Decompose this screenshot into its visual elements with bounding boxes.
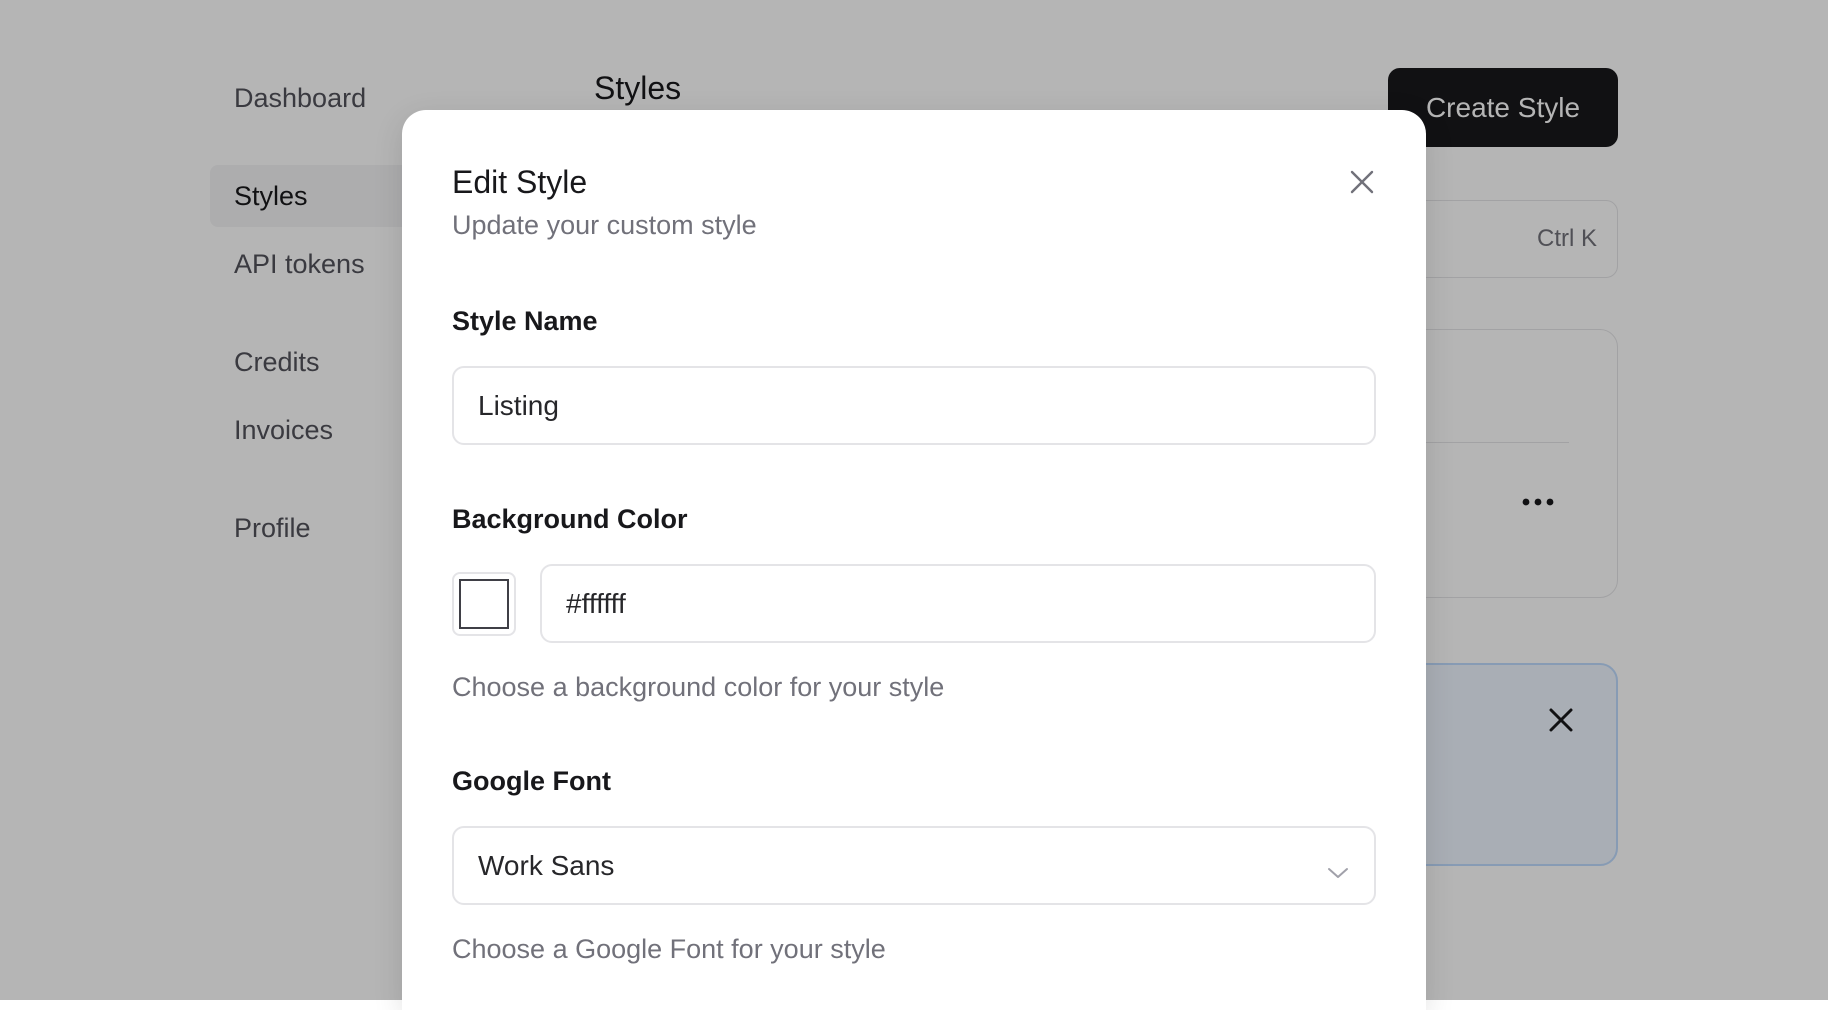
color-swatch[interactable] bbox=[452, 572, 516, 636]
style-name-input[interactable] bbox=[452, 366, 1376, 445]
google-font-selected: Work Sans bbox=[478, 849, 615, 881]
close-icon[interactable] bbox=[1342, 162, 1382, 202]
style-name-label: Style Name bbox=[452, 306, 598, 336]
background-color-input[interactable] bbox=[540, 564, 1376, 643]
chevron-down-icon bbox=[1326, 856, 1350, 888]
background-color-label: Background Color bbox=[452, 504, 688, 534]
edit-style-dialog: Edit Style Update your custom style Styl… bbox=[402, 110, 1426, 1010]
background-color-help: Choose a background color for your style bbox=[452, 672, 945, 702]
dialog-subtitle: Update your custom style bbox=[452, 210, 757, 240]
google-font-help: Choose a Google Font for your style bbox=[452, 934, 886, 964]
google-font-select[interactable]: Work Sans bbox=[452, 826, 1376, 905]
dialog-title: Edit Style bbox=[452, 164, 588, 200]
color-swatch-preview bbox=[459, 579, 509, 629]
google-font-label: Google Font bbox=[452, 766, 611, 796]
